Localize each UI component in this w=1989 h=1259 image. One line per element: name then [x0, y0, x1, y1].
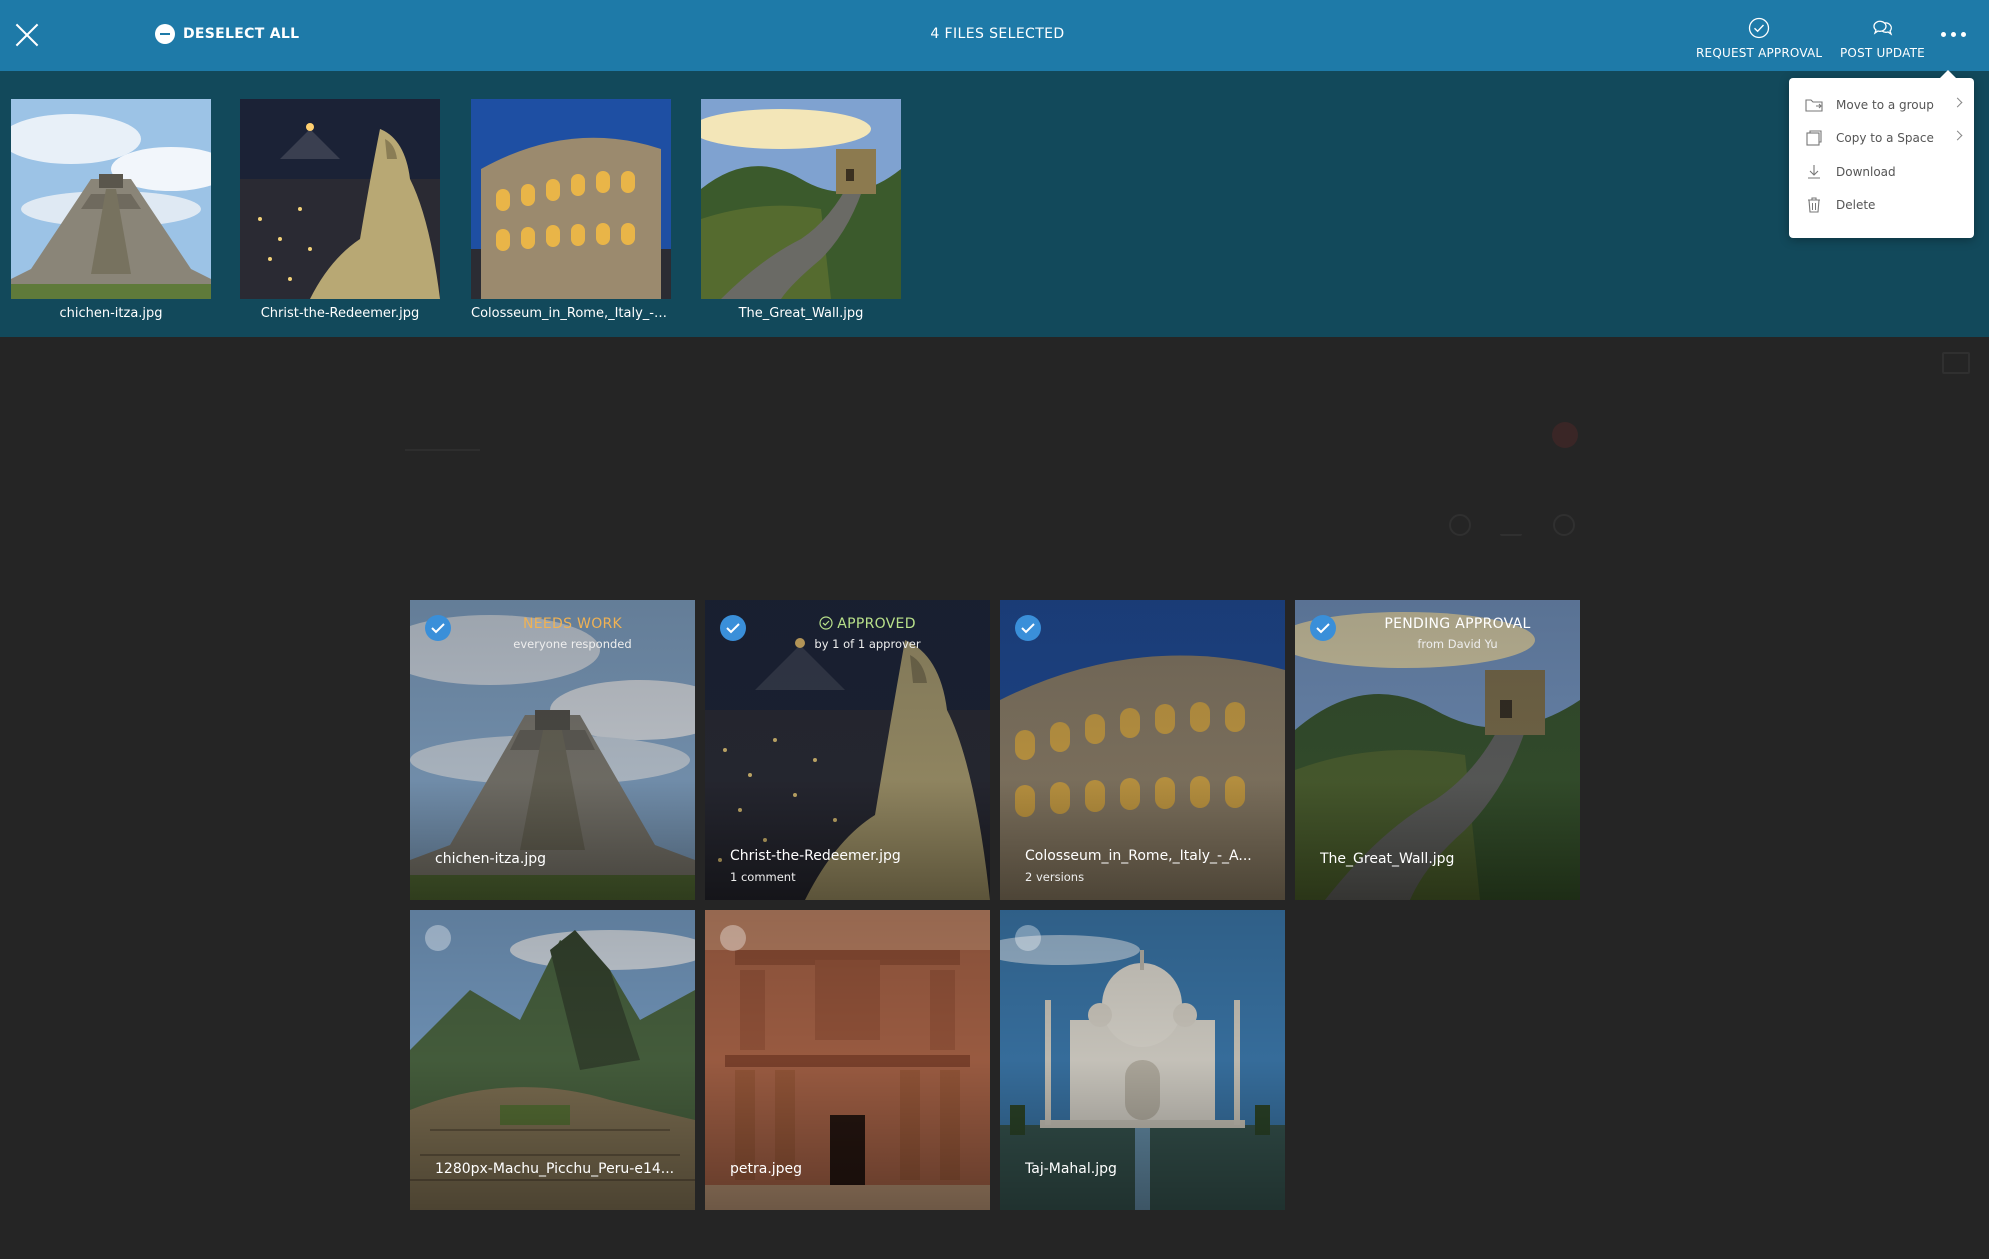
- move-to-group-item[interactable]: Move to a group: [1805, 91, 1965, 119]
- folder-move-icon: [1805, 99, 1823, 112]
- tray-item-label: Christ-the-Redeemer.jpg: [260, 306, 420, 321]
- menu-item-label: Download: [1836, 165, 1896, 179]
- file-tile[interactable]: NEEDS WORK everyone responded chichen-it…: [410, 600, 695, 900]
- checkmark-icon: [726, 623, 740, 634]
- request-approval-label: REQUEST APPROVAL: [1696, 46, 1823, 60]
- chevron-right-icon: [1952, 97, 1963, 108]
- checkmark-icon: [1316, 623, 1330, 634]
- file-name: petra.jpeg: [730, 1161, 803, 1177]
- file-name: Christ-the-Redeemer.jpg: [730, 848, 901, 864]
- file-tile[interactable]: Colosseum_in_Rome,_Italy_-_A... 2 versio…: [1000, 600, 1285, 900]
- thumbnail-image: [471, 99, 671, 299]
- delete-item[interactable]: Delete: [1805, 191, 1965, 219]
- tab-underline: [405, 449, 480, 451]
- tray-item[interactable]: Christ-the-Redeemer.jpg: [240, 99, 440, 321]
- more-options-menu: Move to a group Copy to a Space Download…: [1789, 70, 1974, 238]
- menu-item-label: Move to a group: [1836, 98, 1934, 112]
- avatar: [1552, 422, 1578, 448]
- file-name: The_Great_Wall.jpg: [1320, 851, 1455, 867]
- status-sublabel: from David Yu: [1417, 637, 1498, 651]
- selected-checkbox[interactable]: [425, 615, 451, 641]
- search-icon: [1449, 514, 1471, 536]
- chevron-right-icon: [1952, 130, 1963, 141]
- comment-count: 1 comment: [730, 870, 796, 884]
- version-count: 2 versions: [1025, 870, 1085, 884]
- settings-icon: [1553, 514, 1575, 536]
- download-item[interactable]: Download: [1805, 158, 1965, 186]
- file-name: Taj-Mahal.jpg: [1025, 1161, 1117, 1177]
- selected-checkbox[interactable]: [720, 615, 746, 641]
- dimmed-page: [0, 337, 1989, 1259]
- file-tile[interactable]: APPROVED by 1 of 1 approver Christ-the-R…: [705, 600, 990, 900]
- file-tile[interactable]: 1280px-Machu_Picchu_Peru-e14...: [410, 910, 695, 1210]
- tray-item-label: Colosseum_in_Rome,_Italy_-_A...: [471, 306, 671, 321]
- file-name: Colosseum_in_Rome,_Italy_-_A...: [1025, 848, 1252, 864]
- tray-item-label: The_Great_Wall.jpg: [738, 306, 864, 321]
- selected-checkbox[interactable]: [1310, 615, 1336, 641]
- status-label: NEEDS WORK: [522, 616, 623, 632]
- status-text: APPROVED: [837, 616, 916, 632]
- menu-item-label: Delete: [1836, 198, 1876, 212]
- selection-toolbar: DESELECT ALL 4 FILES SELECTED REQUEST AP…: [0, 0, 1989, 71]
- image-icon: [1942, 352, 1970, 374]
- request-approval-button[interactable]: REQUEST APPROVAL: [1696, 16, 1822, 60]
- chat-bubbles-icon: [1873, 20, 1893, 36]
- post-update-button[interactable]: POST UPDATE: [1840, 16, 1925, 60]
- selected-checkbox[interactable]: [1015, 615, 1041, 641]
- menu-item-label: Copy to a Space: [1836, 131, 1934, 145]
- download-icon: [1500, 514, 1522, 536]
- unselected-checkbox[interactable]: [1015, 925, 1041, 951]
- more-options-icon[interactable]: [1938, 24, 1968, 44]
- trash-icon: [1808, 197, 1820, 213]
- file-name: 1280px-Machu_Picchu_Peru-e14...: [435, 1161, 675, 1177]
- check-circle-icon: [819, 616, 833, 630]
- selected-files-tray: chichen-itza.jpg Christ-the-Redeemer.jpg…: [0, 71, 1989, 337]
- file-tile[interactable]: petra.jpeg: [705, 910, 990, 1210]
- post-update-label: POST UPDATE: [1840, 46, 1925, 60]
- copy-icon: [1806, 130, 1822, 146]
- check-circle-icon: [1748, 17, 1770, 39]
- file-tile[interactable]: PENDING APPROVAL from David Yu The_Great…: [1295, 600, 1580, 900]
- approval-status: NEEDS WORK everyone responded: [470, 616, 675, 651]
- file-tile[interactable]: Taj-Mahal.jpg: [1000, 910, 1285, 1210]
- status-sublabel: by 1 of 1 approver: [814, 637, 921, 651]
- thumbnail-image: [11, 99, 211, 299]
- checkmark-icon: [431, 623, 445, 634]
- status-label: PENDING APPROVAL: [1384, 616, 1531, 632]
- files-selected-count: 4 FILES SELECTED: [930, 26, 1065, 42]
- download-icon: [1808, 165, 1820, 179]
- approval-status: APPROVED by 1 of 1 approver: [765, 616, 970, 651]
- tray-item[interactable]: chichen-itza.jpg: [11, 99, 211, 321]
- tray-item[interactable]: Colosseum_in_Rome,_Italy_-_A...: [471, 99, 671, 321]
- thumbnail-image: [240, 99, 440, 299]
- checkmark-icon: [1021, 623, 1035, 634]
- copy-to-space-item[interactable]: Copy to a Space: [1805, 124, 1965, 152]
- tray-item[interactable]: The_Great_Wall.jpg: [701, 99, 901, 321]
- unselected-checkbox[interactable]: [720, 925, 746, 951]
- thumbnail-image: [701, 99, 901, 299]
- status-sublabel: everyone responded: [513, 637, 632, 651]
- status-label: APPROVED: [765, 616, 970, 632]
- tray-item-label: chichen-itza.jpg: [59, 306, 163, 321]
- unselected-checkbox[interactable]: [425, 925, 451, 951]
- file-name: chichen-itza.jpg: [435, 851, 546, 867]
- approval-status: PENDING APPROVAL from David Yu: [1355, 616, 1560, 651]
